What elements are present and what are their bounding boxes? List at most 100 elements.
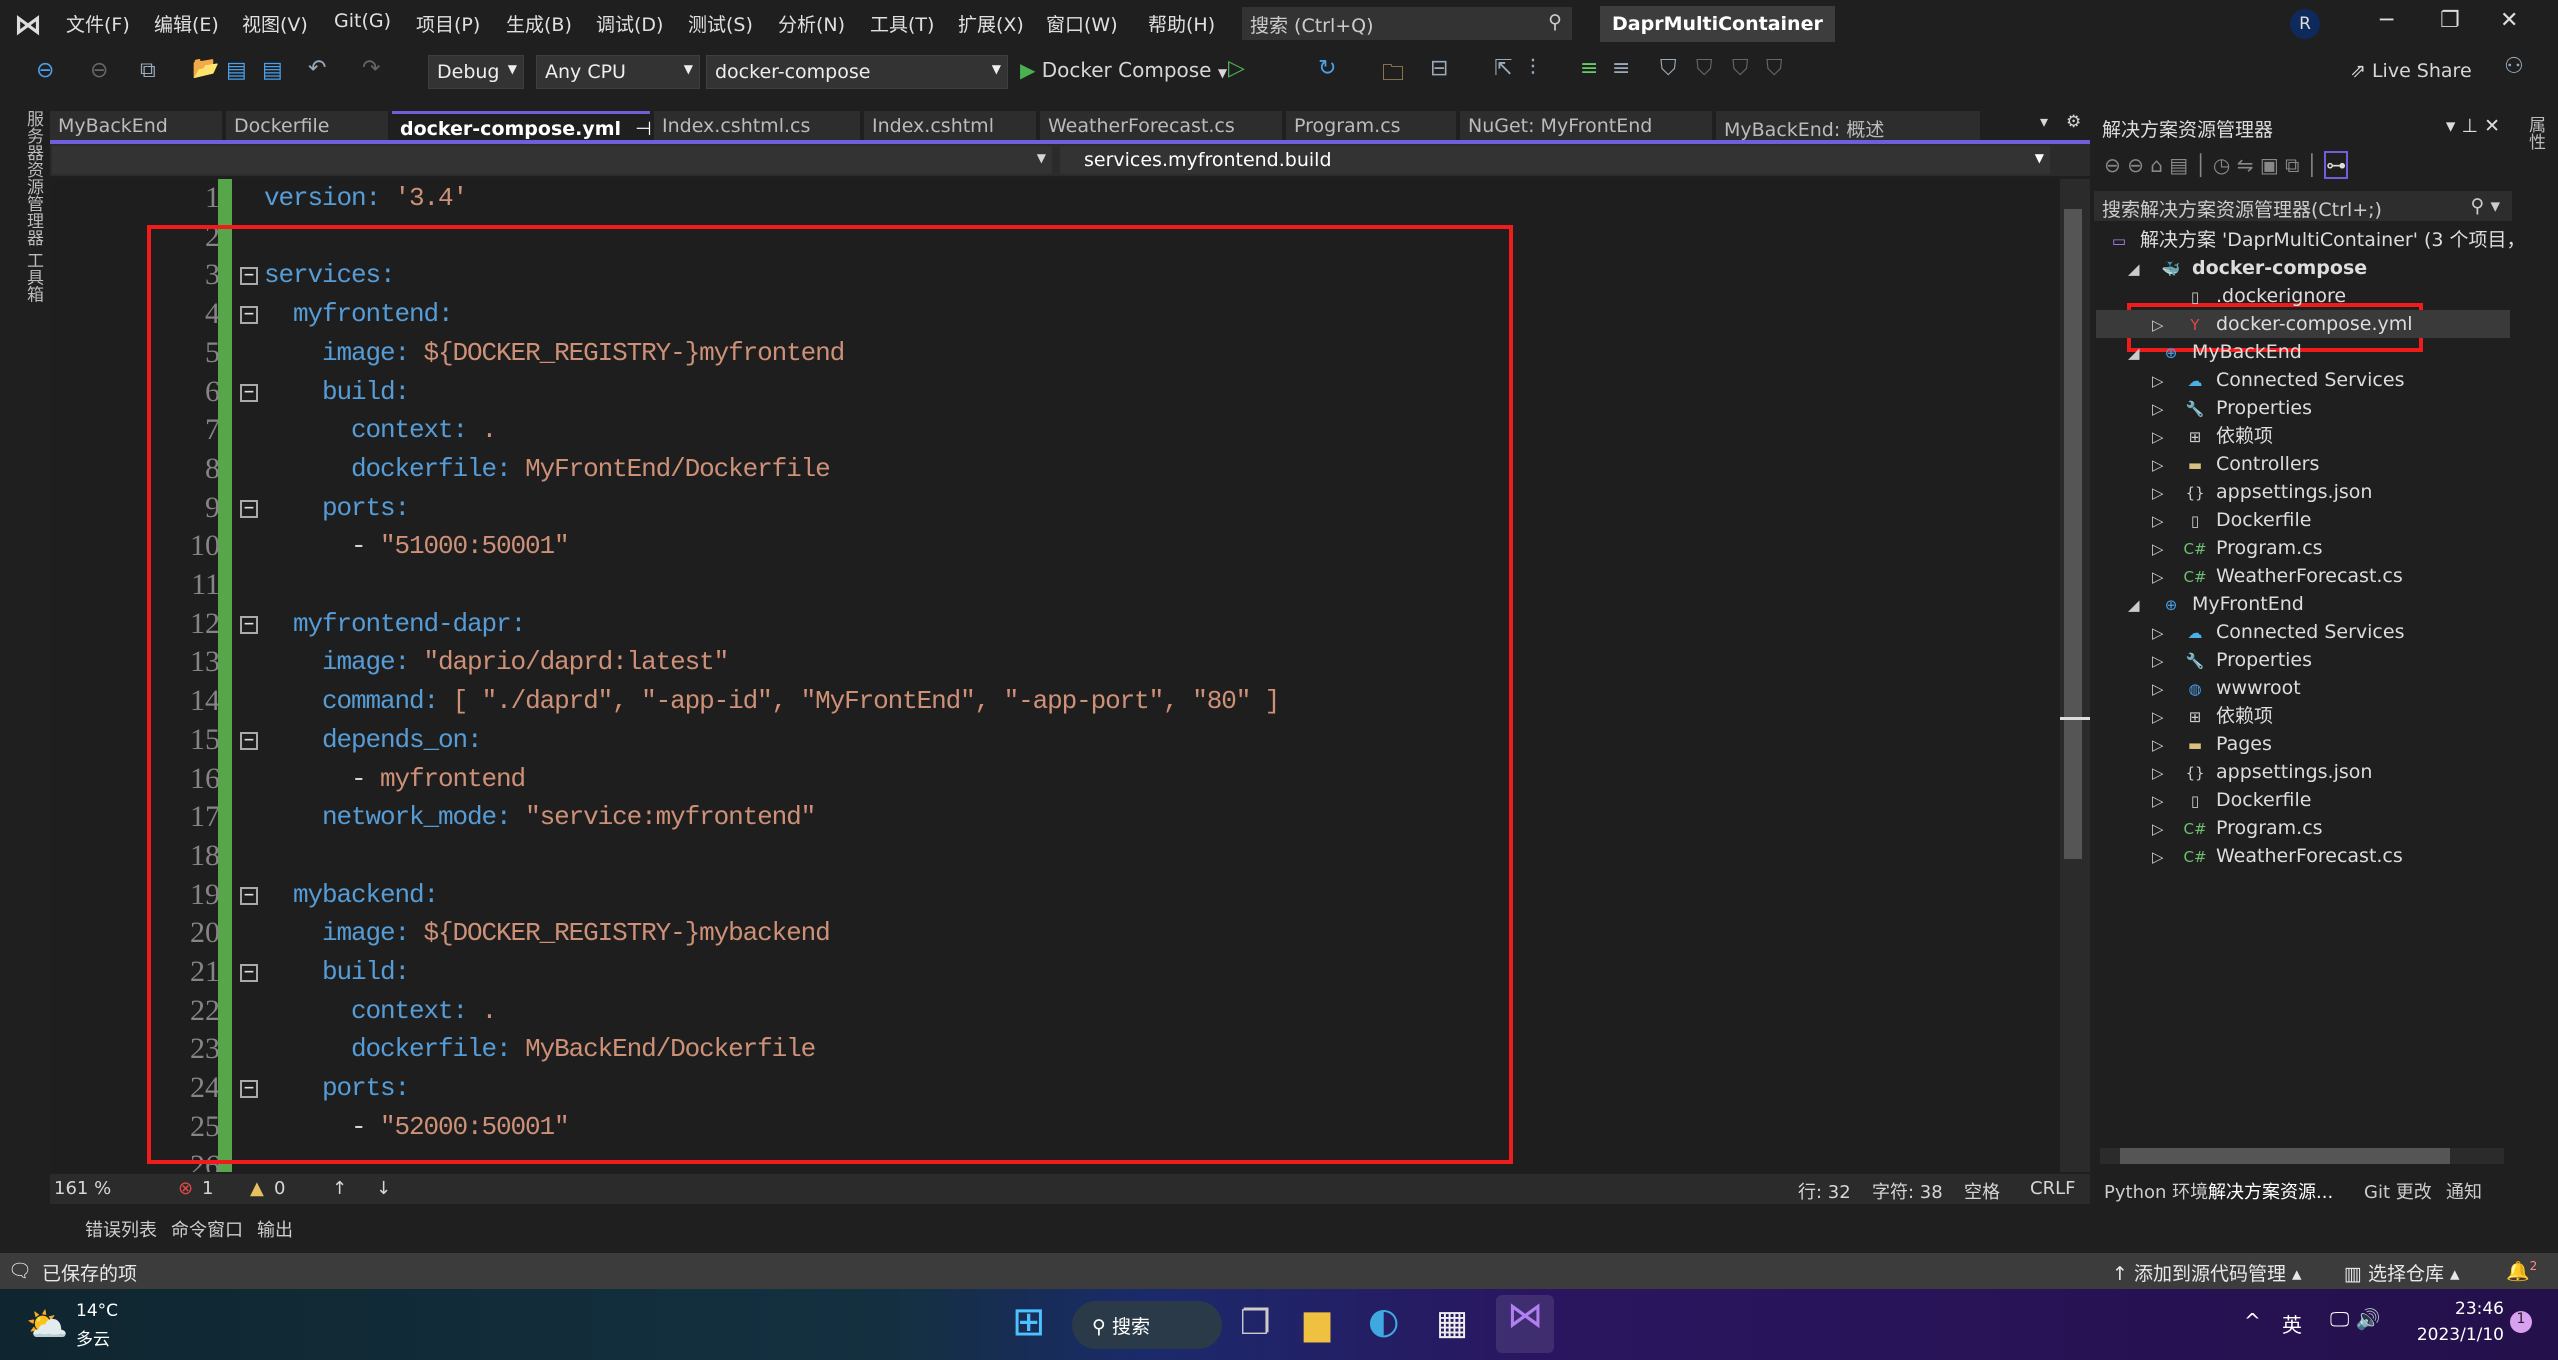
tab-program-cs[interactable]: Program.cs bbox=[1286, 111, 1456, 141]
expand-arrow-icon[interactable]: ▷ bbox=[2152, 311, 2180, 339]
save-icon[interactable]: ▤ bbox=[226, 58, 247, 83]
tree-item[interactable]: ▷ ⊞ 依赖项 bbox=[2096, 702, 2510, 730]
tree-item[interactable]: ◢ ⊕ MyFrontEnd bbox=[2096, 590, 2510, 618]
close-button[interactable]: ✕ bbox=[2500, 8, 2518, 33]
se-toolbar-icons[interactable]: ⊖ ⊖ ⌂ ▤ │ ◷ ⇋ ▣ ⧉ │ ⊶ bbox=[2104, 151, 2349, 179]
menu-item[interactable]: Git(G) bbox=[334, 10, 391, 32]
prev-issue-icon[interactable]: ↑ bbox=[332, 1178, 347, 1199]
uncomment-icon[interactable]: ≡ bbox=[1612, 56, 1630, 81]
indent-mode[interactable]: 空格 bbox=[1964, 1178, 2000, 1204]
gear-icon[interactable]: ⚙ bbox=[2066, 112, 2081, 132]
tab-dockerfile[interactable]: Dockerfile bbox=[226, 111, 388, 141]
expanded-arrow-icon[interactable]: ◢ bbox=[2128, 591, 2156, 619]
search-input[interactable]: 搜索 (Ctrl+Q) ⚲ bbox=[1242, 7, 1572, 40]
menu-item[interactable]: 编辑(E) bbox=[154, 10, 219, 37]
error-count[interactable]: 1 bbox=[202, 1178, 213, 1199]
tree-item[interactable]: ▷ ▬ Controllers bbox=[2096, 450, 2510, 478]
menu-item[interactable]: 视图(V) bbox=[242, 10, 308, 37]
tree-item[interactable]: ◢ ⊕ MyBackEnd bbox=[2096, 338, 2510, 366]
next-bookmark-icon[interactable]: ⛉ bbox=[1732, 56, 1749, 81]
se-horizontal-scrollbar[interactable] bbox=[2100, 1148, 2504, 1164]
scroll-thumb[interactable] bbox=[2120, 1148, 2450, 1164]
file-explorer-icon[interactable]: ▆ bbox=[1304, 1303, 1330, 1343]
expand-arrow-icon[interactable]: ▷ bbox=[2152, 843, 2180, 871]
tree-item[interactable]: ▷ C# WeatherForecast.cs bbox=[2096, 562, 2510, 590]
expand-arrow-icon[interactable]: ▷ bbox=[2152, 479, 2180, 507]
forward-icon[interactable]: ⊖ bbox=[90, 58, 108, 83]
task-view-icon[interactable]: ❐ bbox=[1240, 1303, 1270, 1343]
undo-icon[interactable]: ↶ bbox=[308, 56, 326, 81]
line-ending[interactable]: CRLF bbox=[2030, 1178, 2075, 1199]
properties-strip[interactable]: 属性 bbox=[2516, 110, 2558, 1260]
feedback-icon[interactable]: ⚇ bbox=[2504, 54, 2524, 79]
right-panel-tab[interactable]: 通知 bbox=[2446, 1178, 2482, 1204]
menu-item[interactable]: 项目(P) bbox=[416, 10, 480, 37]
notification-badge[interactable]: 1 bbox=[2510, 1311, 2532, 1333]
warning-count[interactable]: 0 bbox=[274, 1178, 285, 1199]
tree-item[interactable]: ▯ .dockerignore bbox=[2096, 282, 2510, 310]
clock-time[interactable]: 23:46 bbox=[2432, 1299, 2504, 1319]
tab-docker-compose-yml[interactable]: docker-compose.yml⊣✕ bbox=[392, 111, 678, 141]
tree-item[interactable]: ▷ Ydocker-compose.yml bbox=[2096, 310, 2510, 338]
select-repo-button[interactable]: ▥ 选择仓库 ▴ bbox=[2344, 1259, 2460, 1286]
tab-index-cshtml-cs[interactable]: Index.cshtml.cs bbox=[654, 111, 860, 141]
tree-item[interactable]: ▷ C# Program.cs bbox=[2096, 534, 2510, 562]
maximize-button[interactable]: ❐ bbox=[2440, 8, 2460, 33]
tree-item[interactable]: ▷ 🔧 Properties bbox=[2096, 394, 2510, 422]
expand-arrow-icon[interactable]: ▷ bbox=[2152, 731, 2180, 759]
scroll-thumb[interactable] bbox=[2064, 209, 2082, 859]
run-button[interactable]: ▶ Docker Compose ▼ bbox=[1020, 58, 1227, 82]
menu-item[interactable]: 分析(N) bbox=[778, 10, 845, 37]
tree-item[interactable]: ▷ ◍ wwwroot bbox=[2096, 674, 2510, 702]
expand-arrow-icon[interactable]: ▷ bbox=[2152, 507, 2180, 535]
tree-item[interactable]: ▷ {} appsettings.json bbox=[2096, 478, 2510, 506]
expand-arrow-icon[interactable]: ▷ bbox=[2152, 367, 2180, 395]
comment-icon[interactable]: ≡ bbox=[1580, 56, 1598, 81]
tab-weatherforecast-cs[interactable]: WeatherForecast.cs bbox=[1040, 111, 1282, 141]
weather-condition[interactable]: 多云 bbox=[76, 1325, 110, 1350]
tree-item[interactable]: ▷ ▬ Pages bbox=[2096, 730, 2510, 758]
zoom-level[interactable]: 161 % bbox=[54, 1178, 111, 1199]
tree-item[interactable]: ▷ ▯ Dockerfile bbox=[2096, 506, 2510, 534]
menu-item[interactable]: 调试(D) bbox=[596, 10, 663, 37]
temperature[interactable]: 14°C bbox=[76, 1301, 118, 1321]
run-without-debug-icon[interactable]: ▷ bbox=[1228, 56, 1245, 81]
clock-date[interactable]: 2023/1/10 bbox=[2404, 1325, 2504, 1345]
notifications-icon[interactable]: 🔔2 bbox=[2506, 1259, 2537, 1282]
publish-icon[interactable]: ⊟ bbox=[1430, 56, 1448, 81]
minimize-button[interactable]: ─ bbox=[2380, 8, 2393, 33]
tree-item[interactable]: ▭ 解决方案 'DaprMultiContainer' (3 个项目， bbox=[2096, 226, 2526, 254]
expand-arrow-icon[interactable]: ▷ bbox=[2152, 619, 2180, 647]
right-panel-tab[interactable]: Git 更改 bbox=[2364, 1178, 2432, 1204]
expand-arrow-icon[interactable]: ▷ bbox=[2152, 675, 2180, 703]
menu-item[interactable]: 测试(S) bbox=[688, 10, 753, 37]
start-icon[interactable]: ⊞ bbox=[1012, 1299, 1046, 1345]
tree-item[interactable]: ▷ ▯ Dockerfile bbox=[2096, 786, 2510, 814]
menu-item[interactable]: 工具(T) bbox=[870, 10, 934, 37]
expand-arrow-icon[interactable]: ▷ bbox=[2152, 787, 2180, 815]
expand-arrow-icon[interactable]: ▷ bbox=[2152, 423, 2180, 451]
bottom-tab[interactable]: 错误列表 bbox=[85, 1220, 157, 1241]
prev-bookmark-icon[interactable]: ⛉ bbox=[1696, 56, 1713, 81]
panel-controls[interactable]: ▾ ⊥ ✕ bbox=[2446, 115, 2500, 137]
bottom-tab[interactable]: 命令窗口 bbox=[171, 1220, 243, 1241]
menu-item[interactable]: 窗口(W) bbox=[1046, 10, 1118, 37]
expand-arrow-icon[interactable]: ▷ bbox=[2152, 759, 2180, 787]
add-source-control-button[interactable]: ↑ 添加到源代码管理 ▴ bbox=[2112, 1259, 2302, 1286]
refresh-icon[interactable]: ↻ bbox=[1318, 56, 1336, 81]
bottom-tab[interactable]: 输出 bbox=[257, 1220, 293, 1241]
tree-item[interactable]: ▷ ☁ Connected Services bbox=[2096, 366, 2510, 394]
expand-arrow-icon[interactable]: ▷ bbox=[2152, 647, 2180, 675]
find-in-files-icon[interactable]: 🗀 bbox=[1382, 56, 1404, 94]
tree-item[interactable]: ▷ {} appsettings.json bbox=[2096, 758, 2510, 786]
expand-arrow-icon[interactable]: ▷ bbox=[2152, 395, 2180, 423]
menu-item[interactable]: 帮助(H) bbox=[1148, 10, 1215, 37]
ime-indicator[interactable]: 英 bbox=[2282, 1309, 2302, 1338]
layout-icon[interactable]: ⫶ bbox=[1530, 56, 1536, 81]
menu-item[interactable]: 生成(B) bbox=[506, 10, 572, 37]
save-all-icon[interactable]: ▤ bbox=[262, 58, 283, 83]
open-folder-icon[interactable]: 📂 bbox=[192, 56, 219, 81]
expand-arrow-icon[interactable]: ▷ bbox=[2152, 703, 2180, 731]
tab-mybackend[interactable]: MyBackEnd bbox=[50, 111, 222, 141]
tab-list-icon[interactable]: ▾ bbox=[2040, 112, 2048, 131]
